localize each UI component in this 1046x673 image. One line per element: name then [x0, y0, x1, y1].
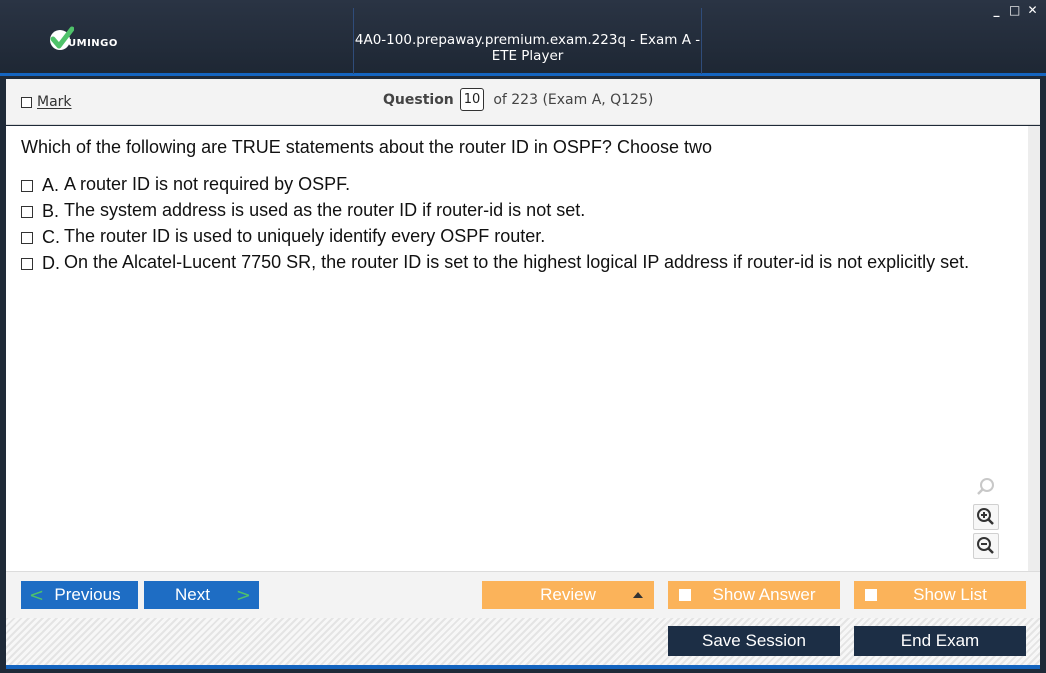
show-answer-label: Show Answer — [712, 585, 816, 604]
show-list-button[interactable]: Show List — [854, 581, 1026, 609]
option-letter: A. — [42, 175, 60, 195]
logo-text: UMINGO — [68, 37, 118, 49]
question-number-input[interactable]: 10 — [459, 88, 485, 111]
answer-option-a[interactable]: A. A router ID is not required by OSPF. — [21, 174, 981, 196]
next-label: Next — [175, 585, 210, 604]
option-text: The router ID is used to uniquely identi… — [64, 226, 546, 246]
navigation-bar: < Previous Next > Review Show Answer Sho… — [6, 571, 1040, 618]
save-session-button[interactable]: Save Session — [668, 626, 840, 656]
question-label: Question — [383, 91, 454, 108]
chevron-right-icon: > — [235, 584, 251, 606]
answer-checkbox[interactable] — [21, 180, 33, 192]
previous-label: Previous — [54, 585, 121, 604]
show-answer-button[interactable]: Show Answer — [668, 581, 840, 609]
question-counter: Question 10 of 223 (Exam A, Q125) — [383, 88, 653, 111]
mark-checkbox-box[interactable] — [21, 96, 32, 108]
option-text: On the Alcatel-Lucent 7750 SR, the route… — [64, 252, 970, 272]
title-divider — [701, 8, 702, 74]
option-text: The system address is used as the router… — [64, 200, 586, 220]
mark-label: Mark — [37, 94, 72, 110]
ete-player-window: UMINGO 4A0-100.prepaway.premium.exam.223… — [0, 0, 1046, 673]
answer-option-d[interactable]: D. On the Alcatel-Lucent 7750 SR, the ro… — [21, 252, 981, 274]
search-icon[interactable] — [973, 474, 999, 500]
caret-up-icon — [633, 592, 643, 598]
question-text: Which of the following are TRUE statemen… — [21, 137, 712, 157]
minimize-button[interactable]: _ — [991, 4, 1002, 16]
previous-button[interactable]: < Previous — [21, 581, 138, 609]
window-title: 4A0-100.prepaway.premium.exam.223q - Exa… — [354, 32, 701, 64]
end-exam-button[interactable]: End Exam — [854, 626, 1026, 656]
answer-checkbox[interactable] — [21, 206, 33, 218]
option-letter: D. — [42, 253, 60, 273]
answer-option-c[interactable]: C. The router ID is used to uniquely ide… — [21, 226, 981, 248]
chevron-left-icon: < — [29, 584, 45, 606]
answer-checkbox[interactable] — [21, 232, 33, 244]
show-list-checkbox[interactable] — [865, 589, 877, 601]
answer-checkbox[interactable] — [21, 258, 33, 270]
option-letter: B. — [42, 201, 60, 221]
next-button[interactable]: Next > — [144, 581, 259, 609]
title-bar: UMINGO 4A0-100.prepaway.premium.exam.223… — [0, 0, 1046, 76]
review-label: Review — [540, 585, 596, 604]
question-header-bar: Mark Question 10 of 223 (Exam A, Q125) — [6, 79, 1040, 125]
question-total: of 223 (Exam A, Q125) — [493, 91, 654, 108]
answer-options: A. A router ID is not required by OSPF. … — [21, 174, 981, 279]
show-list-label: Show List — [913, 585, 987, 604]
mark-checkbox[interactable]: Mark — [21, 94, 72, 110]
vertical-scrollbar[interactable] — [1028, 126, 1040, 571]
question-content: Which of the following are TRUE statemen… — [6, 126, 1040, 571]
review-button[interactable]: Review — [482, 581, 654, 609]
close-button[interactable]: ✕ — [1027, 4, 1038, 16]
zoom-in-icon[interactable] — [973, 504, 999, 530]
option-text: A router ID is not required by OSPF. — [64, 174, 351, 194]
zoom-out-icon[interactable] — [973, 533, 999, 559]
answer-option-b[interactable]: B. The system address is used as the rou… — [21, 200, 981, 222]
show-answer-checkbox[interactable] — [679, 589, 691, 601]
maximize-button[interactable]: □ — [1009, 4, 1020, 16]
bottom-accent-line — [6, 665, 1040, 669]
option-letter: C. — [42, 227, 60, 247]
footer-bar: Save Session End Exam — [6, 618, 1040, 665]
vumingo-logo: UMINGO — [48, 24, 118, 54]
window-controls: _ □ ✕ — [991, 4, 1038, 16]
